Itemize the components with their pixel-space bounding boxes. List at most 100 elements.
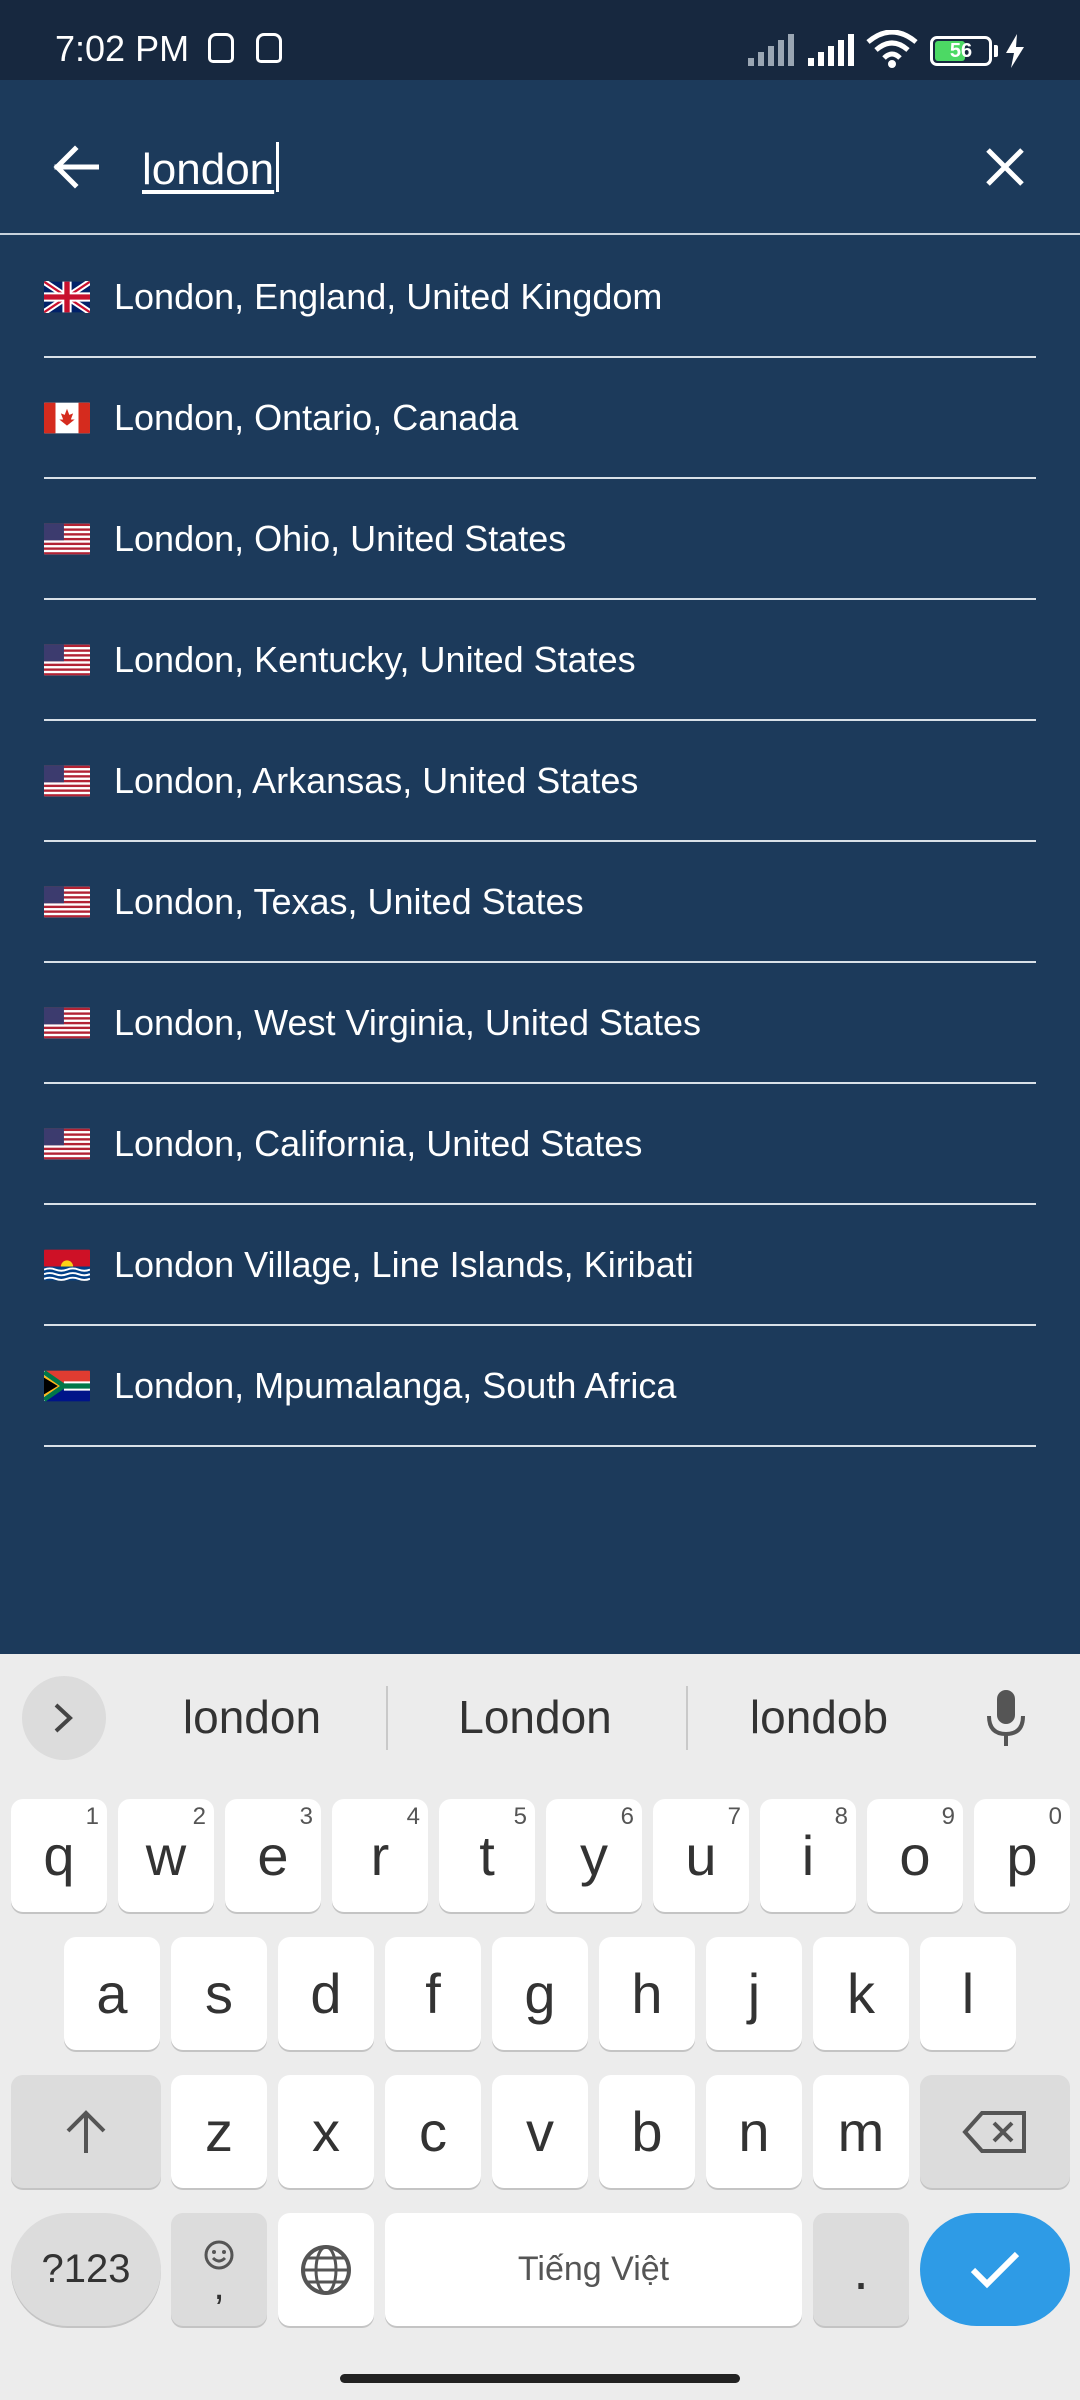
shift-arrow-icon <box>66 2109 106 2153</box>
key-n[interactable]: n <box>706 2075 802 2188</box>
key-m[interactable]: m <box>813 2075 909 2188</box>
key-c[interactable]: c <box>385 2075 481 2188</box>
us-flag-icon <box>44 886 90 918</box>
key-h[interactable]: h <box>599 1937 695 2050</box>
result-item[interactable]: London, Kentucky, United States <box>44 600 1036 721</box>
back-button[interactable] <box>40 132 110 202</box>
key-v[interactable]: v <box>492 2075 588 2188</box>
gb-flag-icon <box>44 280 90 313</box>
key-z[interactable]: z <box>171 2075 267 2188</box>
key-e[interactable]: e3 <box>225 1799 321 1912</box>
status-time: 7:02 PM <box>55 28 190 69</box>
suggestion-divider <box>386 1686 388 1750</box>
key-t[interactable]: t5 <box>439 1799 535 1912</box>
za-flag-icon <box>44 1369 90 1402</box>
microphone-icon[interactable] <box>985 1688 1027 1750</box>
signal-icon <box>808 34 854 66</box>
expand-toolbar-button[interactable] <box>22 1676 106 1760</box>
key-y[interactable]: y6 <box>546 1799 642 1912</box>
backspace-key[interactable] <box>920 2075 1070 2188</box>
key-hint: 0 <box>1048 1803 1062 1830</box>
arrow-left-icon <box>53 145 99 189</box>
key-b[interactable]: b <box>599 2075 695 2188</box>
result-item[interactable]: London, England, United Kingdom <box>44 237 1036 358</box>
result-label: London, Arkansas, United States <box>114 759 639 801</box>
wifi-icon <box>866 30 918 68</box>
result-label: London Village, Line Islands, Kiribati <box>114 1243 694 1285</box>
us-flag-icon <box>44 523 90 555</box>
key-p[interactable]: p0 <box>974 1799 1070 1912</box>
key-f[interactable]: f <box>385 1937 481 2050</box>
result-item[interactable]: London, Arkansas, United States <box>44 721 1036 842</box>
suggestion-1[interactable]: london <box>127 1690 377 1744</box>
key-label: i <box>801 1824 815 1887</box>
chevron-right-icon <box>54 1703 73 1733</box>
key-r[interactable]: r4 <box>332 1799 428 1912</box>
symbols-key[interactable]: ?123 <box>11 2213 161 2326</box>
result-label: London, Ontario, Canada <box>114 396 519 438</box>
key-g[interactable]: g <box>492 1937 588 2050</box>
key-hint: 4 <box>406 1803 420 1830</box>
key-hint: 8 <box>834 1803 848 1830</box>
notification-icon <box>256 33 282 63</box>
ki-flag-icon <box>44 1249 90 1281</box>
key-l[interactable]: l <box>920 1937 1016 2050</box>
us-flag-icon <box>44 644 90 676</box>
key-label: p <box>1006 1824 1038 1887</box>
key-k[interactable]: k <box>813 1937 909 2050</box>
suggestion-2[interactable]: London <box>410 1690 660 1744</box>
key-hint: 9 <box>941 1803 955 1830</box>
key-a[interactable]: a <box>64 1937 160 2050</box>
search-input[interactable]: london <box>142 142 280 202</box>
key-u[interactable]: u7 <box>653 1799 749 1912</box>
key-o[interactable]: o9 <box>867 1799 963 1912</box>
result-label: London, Kentucky, United States <box>114 638 636 680</box>
battery-tip <box>994 45 998 57</box>
us-flag-icon <box>44 1128 90 1160</box>
suggestion-3[interactable]: londob <box>694 1690 944 1744</box>
result-item[interactable]: London, Ohio, United States <box>44 479 1036 600</box>
result-label: London, Mpumalanga, South Africa <box>114 1364 677 1406</box>
space-label: Tiếng Việt <box>517 2250 670 2288</box>
key-i[interactable]: i8 <box>760 1799 856 1912</box>
search-header: london <box>0 80 1080 235</box>
key-s[interactable]: s <box>171 1937 267 2050</box>
key-hint: 6 <box>620 1803 634 1830</box>
key-label: e <box>257 1824 289 1887</box>
backspace-icon <box>962 2110 1026 2153</box>
language-key[interactable] <box>278 2213 374 2326</box>
charging-icon <box>1006 34 1024 68</box>
key-hint: 7 <box>727 1803 741 1830</box>
comma-label: , <box>213 2263 225 2308</box>
enter-button[interactable] <box>920 2213 1070 2326</box>
key-label: w <box>145 1824 187 1887</box>
key-hint: 3 <box>299 1803 313 1830</box>
period-key[interactable]: . <box>813 2213 909 2326</box>
result-item[interactable]: London, Ontario, Canada <box>44 358 1036 479</box>
shift-key[interactable] <box>11 2075 161 2188</box>
result-item[interactable]: London, West Virginia, United States <box>44 963 1036 1084</box>
key-label: y <box>580 1824 608 1887</box>
key-w[interactable]: w2 <box>118 1799 214 1912</box>
key-d[interactable]: d <box>278 1937 374 2050</box>
result-label: London, England, United Kingdom <box>114 275 663 317</box>
close-icon <box>986 148 1024 186</box>
us-flag-icon <box>44 765 90 797</box>
result-item[interactable]: London, Texas, United States <box>44 842 1036 963</box>
result-item[interactable]: London Village, Line Islands, Kiribati <box>44 1205 1036 1326</box>
globe-icon <box>301 2244 351 2295</box>
result-item[interactable]: London, California, United States <box>44 1084 1036 1205</box>
key-hint: 1 <box>85 1803 99 1830</box>
key-x[interactable]: x <box>278 2075 374 2188</box>
result-item[interactable]: London, Mpumalanga, South Africa <box>44 1326 1036 1447</box>
home-indicator[interactable] <box>340 2374 740 2383</box>
key-j[interactable]: j <box>706 1937 802 2050</box>
search-query: london <box>142 145 275 194</box>
key-label: o <box>899 1824 931 1887</box>
emoji-comma-key[interactable]: , <box>171 2213 267 2326</box>
space-key[interactable]: Tiếng Việt <box>385 2213 802 2326</box>
suggestion-strip: london London londob <box>0 1654 1080 1774</box>
clear-button[interactable] <box>970 132 1040 202</box>
key-q[interactable]: q1 <box>11 1799 107 1912</box>
result-label: London, Texas, United States <box>114 880 584 922</box>
